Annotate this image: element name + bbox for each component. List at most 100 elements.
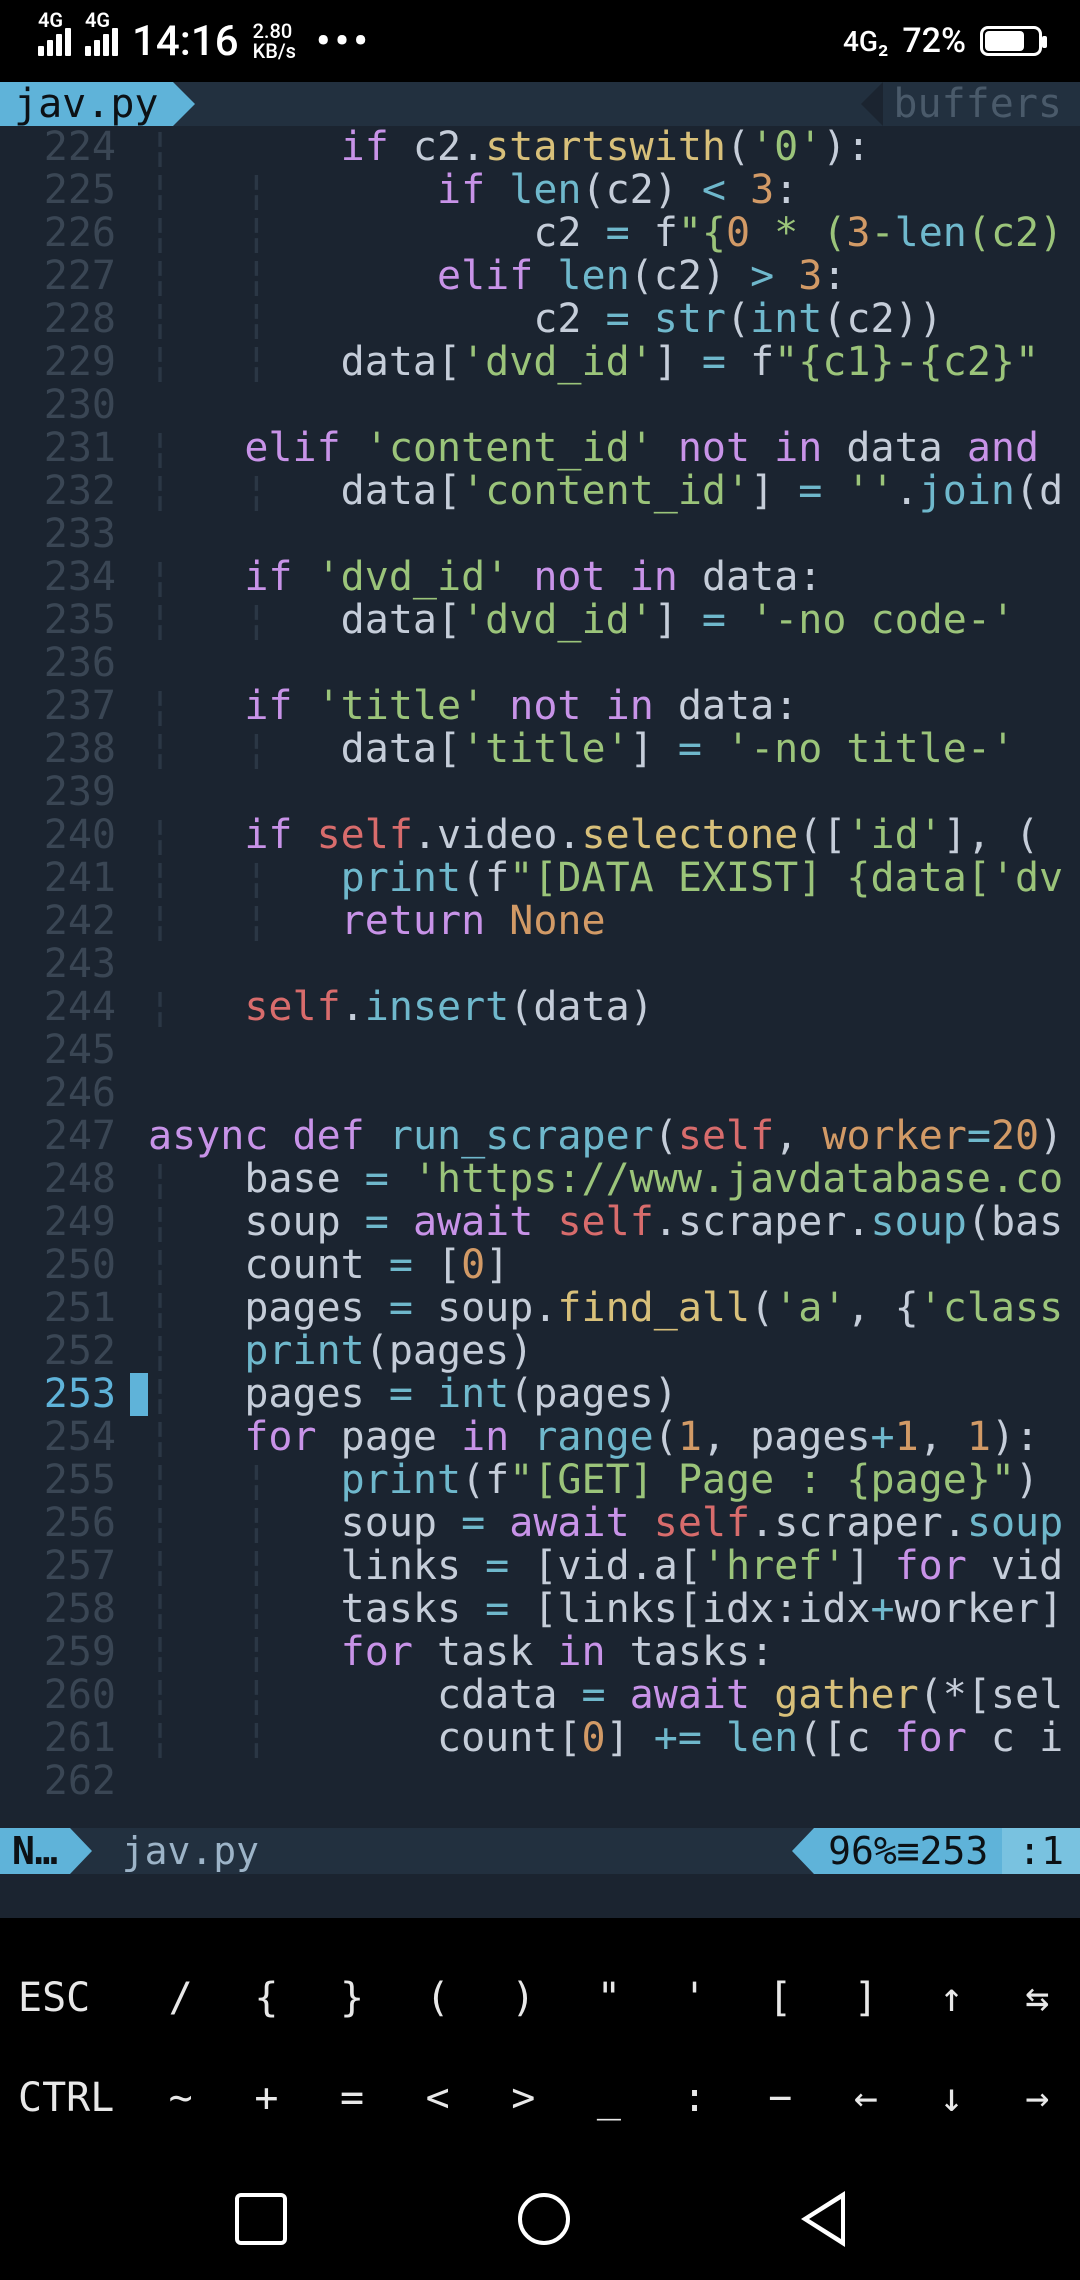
- tab-buffers[interactable]: buffers: [861, 82, 1080, 126]
- command-line[interactable]: [0, 1874, 1080, 1918]
- statusline-sep-icon: [70, 1828, 92, 1874]
- code-line[interactable]: 242¦ ¦ return None: [0, 900, 1080, 943]
- key-}[interactable]: }: [309, 1975, 395, 2021]
- code-line[interactable]: 230: [0, 384, 1080, 427]
- code-line[interactable]: 228¦ ¦ c2 = str(int(c2)): [0, 298, 1080, 341]
- code-text: [128, 771, 148, 814]
- line-number: 238: [0, 728, 128, 771]
- code-line[interactable]: 245: [0, 1029, 1080, 1072]
- key-←[interactable]: ←: [823, 2075, 909, 2121]
- android-status-bar: 4G 4G 14:16 2.80 KB/s ••• 4G₂ 72%: [0, 0, 1080, 82]
- code-text: ¦ pages = int(pages): [128, 1373, 678, 1416]
- code-line[interactable]: 252¦ print(pages): [0, 1330, 1080, 1373]
- code-text: [128, 642, 148, 685]
- key-([interactable]: (: [395, 1975, 481, 2021]
- key-)[interactable]: ): [480, 1975, 566, 2021]
- key-_[interactable]: _: [566, 2075, 652, 2121]
- key-~[interactable]: ~: [138, 2075, 224, 2121]
- key->[interactable]: >: [480, 2075, 566, 2121]
- code-line[interactable]: 239: [0, 771, 1080, 814]
- code-line[interactable]: 247async def run_scraper(self, worker=20…: [0, 1115, 1080, 1158]
- key-+[interactable]: +: [224, 2075, 310, 2121]
- code-line[interactable]: 233: [0, 513, 1080, 556]
- line-number: 239: [0, 771, 128, 814]
- key-"[interactable]: ": [566, 1975, 652, 2021]
- key-ctrl[interactable]: CTRL: [0, 2075, 138, 2121]
- key-'[interactable]: ': [652, 1975, 738, 2021]
- code-line[interactable]: 224¦ if c2.startswith('0'):: [0, 126, 1080, 169]
- code-line[interactable]: 232¦ ¦ data['content_id'] = ''.join(d: [0, 470, 1080, 513]
- code-text: ¦ elif 'content_id' not in data and: [128, 427, 1063, 470]
- code-line[interactable]: 257¦ ¦ links = [vid.a['href'] for vid: [0, 1545, 1080, 1588]
- line-number: 251: [0, 1287, 128, 1330]
- code-line[interactable]: 231¦ elif 'content_id' not in data and: [0, 427, 1080, 470]
- android-nav-bar: [0, 2158, 1080, 2280]
- tab-current[interactable]: jav.py: [0, 82, 173, 126]
- line-number: 240: [0, 814, 128, 857]
- code-text: ¦ ¦ tasks = [links[idx:idx+worker]: [128, 1588, 1063, 1631]
- code-text: async def run_scraper(self, worker=20): [128, 1115, 1063, 1158]
- code-line[interactable]: 225¦ ¦ if len(c2) < 3:: [0, 169, 1080, 212]
- line-number: 236: [0, 642, 128, 685]
- key-↑[interactable]: ↑: [909, 1975, 995, 2021]
- code-line[interactable]: 251¦ pages = soup.find_all('a', {'class: [0, 1287, 1080, 1330]
- code-line[interactable]: 248¦ base = 'https://www.javdatabase.co: [0, 1158, 1080, 1201]
- key-][interactable]: ]: [823, 1975, 909, 2021]
- line-number: 256: [0, 1502, 128, 1545]
- code-text: ¦ ¦ cdata = await gather(*[sel: [128, 1674, 1063, 1717]
- code-text: ¦ ¦ print(f"[GET] Page : {page}"): [128, 1459, 1039, 1502]
- code-area[interactable]: 224¦ if c2.startswith('0'):225¦ ¦ if len…: [0, 126, 1080, 1828]
- code-line[interactable]: 253¦ pages = int(pages): [0, 1373, 1080, 1416]
- termux-extra-keys: ESC/{}()"'[]↑⇆ CTRL~+=<>_:−←↓→: [0, 1918, 1080, 2158]
- code-text: ¦ ¦ links = [vid.a['href'] for vid: [128, 1545, 1063, 1588]
- key-⇆[interactable]: ⇆: [994, 1975, 1080, 2021]
- code-line[interactable]: 246: [0, 1072, 1080, 1115]
- code-line[interactable]: 234¦ if 'dvd_id' not in data:: [0, 556, 1080, 599]
- statusline-position: 96%≡253: [814, 1828, 1002, 1874]
- key-=[interactable]: =: [309, 2075, 395, 2121]
- code-text: ¦ ¦ for task in tasks:: [128, 1631, 774, 1674]
- line-number: 229: [0, 341, 128, 384]
- code-text: [128, 1029, 148, 1072]
- line-number: 225: [0, 169, 128, 212]
- code-line[interactable]: 256¦ ¦ soup = await self.scraper.soup: [0, 1502, 1080, 1545]
- tab-filename: jav.py: [14, 83, 159, 126]
- code-line[interactable]: 244¦ self.insert(data): [0, 986, 1080, 1029]
- code-line[interactable]: 259¦ ¦ for task in tasks:: [0, 1631, 1080, 1674]
- key-esc[interactable]: ESC: [0, 1975, 138, 2021]
- tabline[interactable]: jav.py buffers: [0, 82, 1080, 126]
- code-line[interactable]: 249¦ soup = await self.scraper.soup(bas: [0, 1201, 1080, 1244]
- key-↓[interactable]: ↓: [909, 2075, 995, 2121]
- code-line[interactable]: 250¦ count = [0]: [0, 1244, 1080, 1287]
- code-line[interactable]: 261¦ ¦ count[0] += len([c for c i: [0, 1717, 1080, 1760]
- key-:[interactable]: :: [652, 2075, 738, 2121]
- code-line[interactable]: 240¦ if self.video.selectone(['id'], (: [0, 814, 1080, 857]
- home-button[interactable]: [518, 2193, 570, 2245]
- back-button[interactable]: [801, 2191, 845, 2247]
- code-line[interactable]: 236: [0, 642, 1080, 685]
- code-line[interactable]: 255¦ ¦ print(f"[GET] Page : {page}"): [0, 1459, 1080, 1502]
- code-line[interactable]: 237¦ if 'title' not in data:: [0, 685, 1080, 728]
- code-line[interactable]: 229¦ ¦ data['dvd_id'] = f"{c1}-{c2}": [0, 341, 1080, 384]
- code-line[interactable]: 226¦ ¦ c2 = f"{0 * (3-len(c2): [0, 212, 1080, 255]
- key-{[interactable]: {: [224, 1975, 310, 2021]
- code-line[interactable]: 241¦ ¦ print(f"[DATA EXIST] {data['dv: [0, 857, 1080, 900]
- line-number: 224: [0, 126, 128, 169]
- code-line[interactable]: 254¦ for page in range(1, pages+1, 1):: [0, 1416, 1080, 1459]
- code-line[interactable]: 258¦ ¦ tasks = [links[idx:idx+worker]: [0, 1588, 1080, 1631]
- code-text: ¦ print(pages): [128, 1330, 533, 1373]
- key-<[interactable]: <: [395, 2075, 481, 2121]
- status-right: 4G₂ 72%: [843, 21, 1042, 61]
- key-−[interactable]: −: [737, 2075, 823, 2121]
- code-line[interactable]: 260¦ ¦ cdata = await gather(*[sel: [0, 1674, 1080, 1717]
- code-line[interactable]: 227¦ ¦ elif len(c2) > 3:: [0, 255, 1080, 298]
- code-line[interactable]: 238¦ ¦ data['title'] = '-no title-': [0, 728, 1080, 771]
- code-line[interactable]: 262: [0, 1760, 1080, 1803]
- code-line[interactable]: 235¦ ¦ data['dvd_id'] = '-no code-': [0, 599, 1080, 642]
- key-/[interactable]: /: [138, 1975, 224, 2021]
- key-→[interactable]: →: [994, 2075, 1080, 2121]
- code-line[interactable]: 243: [0, 943, 1080, 986]
- recents-button[interactable]: [235, 2193, 287, 2245]
- key-[[interactable]: [: [737, 1975, 823, 2021]
- code-text: ¦ base = 'https://www.javdatabase.co: [128, 1158, 1063, 1201]
